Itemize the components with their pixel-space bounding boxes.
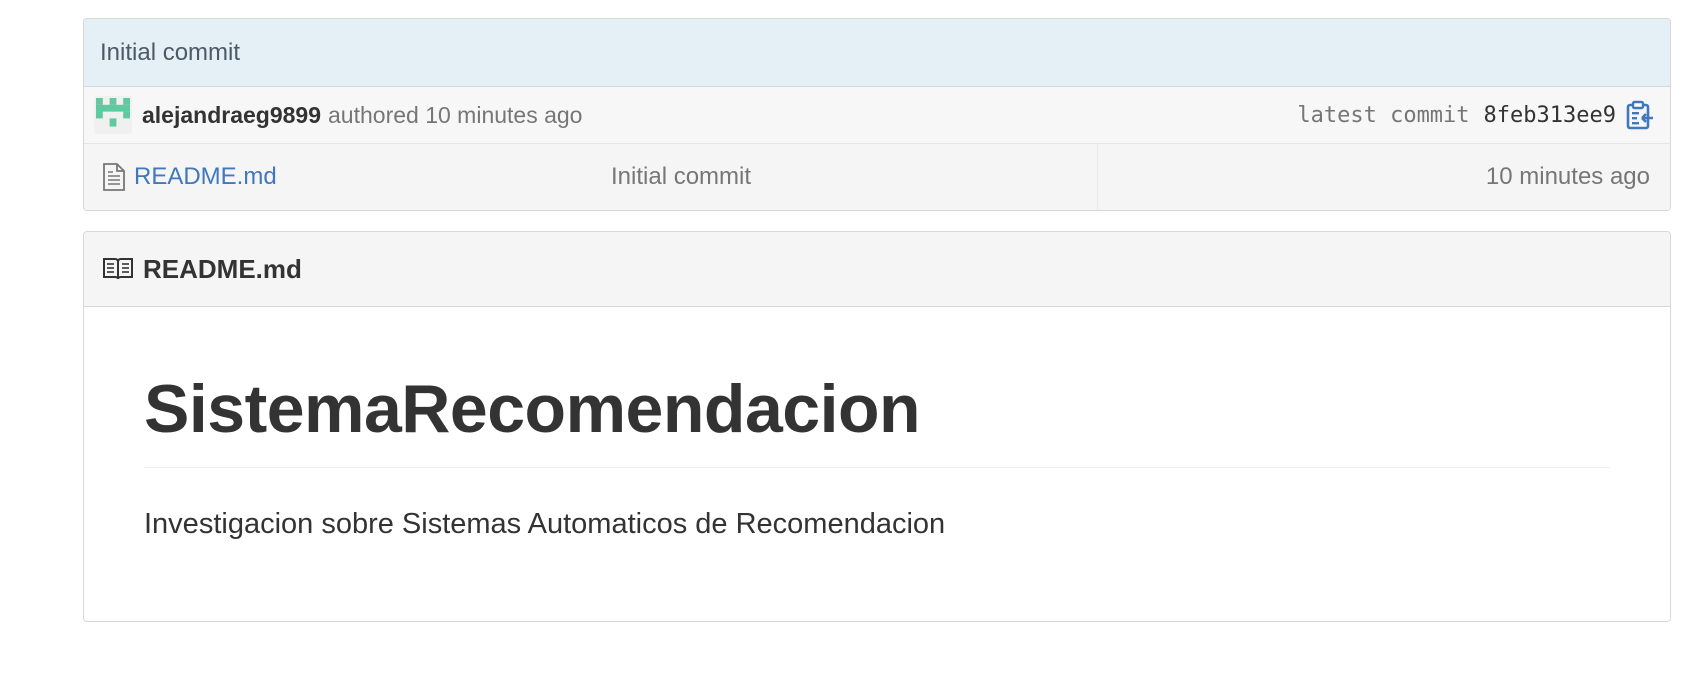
copy-sha-button[interactable]: [1626, 100, 1654, 130]
file-commit-message-link[interactable]: Initial commit: [611, 163, 751, 191]
file-text-icon: [102, 163, 126, 191]
readme-header-title: README.md: [143, 253, 302, 284]
file-name-cell: README.md: [84, 144, 611, 210]
book-icon: [103, 257, 133, 281]
file-age: 10 minutes ago: [1098, 144, 1670, 210]
clipboard-icon: [1626, 100, 1653, 130]
commit-author-link[interactable]: alejandraeg9899: [142, 102, 321, 129]
commit-message[interactable]: Initial commit: [100, 39, 240, 67]
file-navigation-table: Initial commit alejandraeg9899 authored …: [83, 18, 1671, 211]
readme-container: README.md SistemaRecomendacion Investiga…: [83, 231, 1671, 622]
file-link-readme[interactable]: README.md: [134, 163, 277, 191]
readme-header: README.md: [84, 232, 1670, 307]
file-commit-message: Initial commit: [611, 144, 1098, 210]
identicon-icon: [96, 98, 130, 127]
commit-title-bar: Initial commit: [84, 19, 1670, 87]
readme-heading: SistemaRecomendacion: [144, 307, 1610, 468]
readme-body: SistemaRecomendacion Investigacion sobre…: [84, 307, 1670, 541]
avatar[interactable]: [94, 96, 132, 134]
file-row: README.md Initial commit 10 minutes ago: [84, 144, 1670, 210]
latest-commit-label: latest commit: [1297, 102, 1470, 128]
commit-meta-bar: alejandraeg9899 authored 10 minutes ago …: [84, 87, 1670, 144]
readme-description: Investigacion sobre Sistemas Automaticos…: [144, 508, 946, 540]
commit-authored-time: authored 10 minutes ago: [328, 101, 583, 128]
latest-commit-info: latest commit 8feb313ee9: [1297, 100, 1654, 130]
file-age-text: 10 minutes ago: [1485, 163, 1650, 190]
commit-sha-link[interactable]: 8feb313ee9: [1484, 103, 1616, 128]
